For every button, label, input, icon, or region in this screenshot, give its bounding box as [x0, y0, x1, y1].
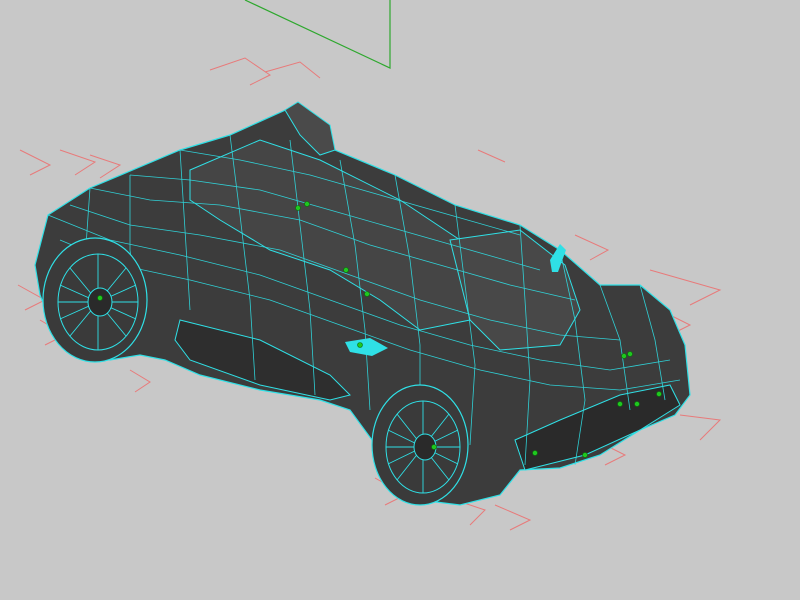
rear-wheel[interactable]	[42, 237, 148, 363]
world-axis-lines	[244, 0, 391, 69]
3d-viewport[interactable]	[0, 0, 800, 600]
front-wheel[interactable]	[371, 384, 469, 506]
